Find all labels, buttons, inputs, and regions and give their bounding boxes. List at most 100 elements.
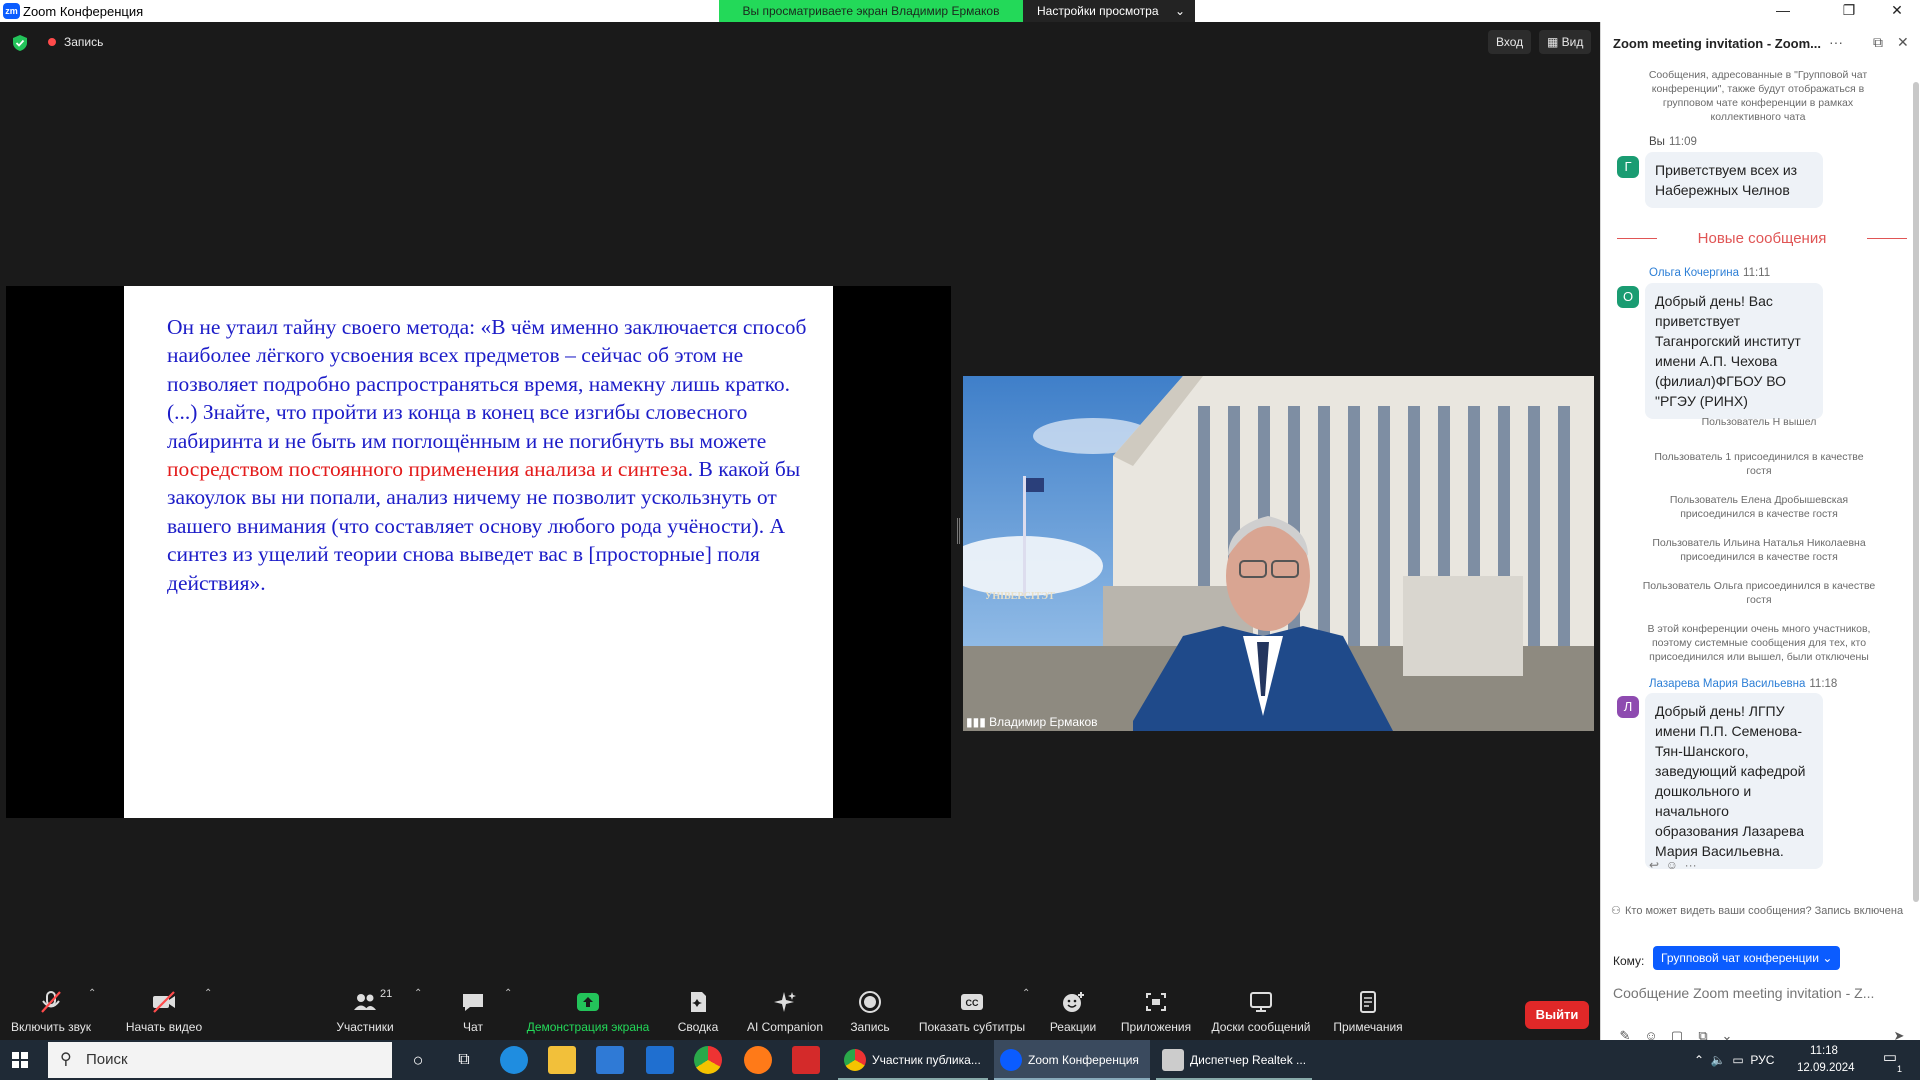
record-icon bbox=[859, 991, 881, 1013]
message-bubble[interactable]: Приветствуем всех из Набережных Челнов bbox=[1645, 152, 1823, 208]
chevron-down-icon: ⌄ bbox=[1822, 951, 1833, 965]
view-settings-label: Настройки просмотра bbox=[1037, 4, 1159, 18]
shield-icon[interactable] bbox=[13, 35, 27, 51]
boards-button[interactable]: Доски сообщений bbox=[1210, 986, 1312, 1040]
mute-options-icon[interactable]: ⌃ bbox=[88, 988, 96, 999]
resize-handle[interactable] bbox=[957, 518, 960, 544]
taskbar-item-zoom[interactable]: Zoom Конференция bbox=[994, 1040, 1150, 1080]
close-chat-icon[interactable]: ✕ bbox=[1897, 34, 1909, 51]
view-grid-icon: ▦ bbox=[1547, 35, 1562, 49]
taskbar-search[interactable]: ⚲ Поиск bbox=[48, 1042, 392, 1078]
video-tile[interactable]: УНІВЕРСІТЭТ ▮▮▮ Владимир Ермаков bbox=[963, 376, 1594, 731]
chat-options-icon[interactable]: ⌃ bbox=[504, 988, 512, 999]
captions-options-icon[interactable]: ⌃ bbox=[1022, 988, 1030, 999]
record-button[interactable]: Запись bbox=[848, 986, 892, 1040]
zoom-icon bbox=[1000, 1049, 1022, 1071]
minimize-icon[interactable]: — bbox=[1760, 0, 1806, 22]
system-tray[interactable]: ⌃ 🔈 ▭ РУС bbox=[1694, 1040, 1774, 1080]
avatar: Л bbox=[1617, 696, 1639, 718]
apps-icon bbox=[1146, 993, 1166, 1011]
notes-button[interactable]: Примечания bbox=[1332, 986, 1404, 1040]
video-button[interactable]: ⌃ Начать видео bbox=[120, 986, 213, 1040]
more-options-icon[interactable]: ··· bbox=[1829, 34, 1843, 50]
popout-icon[interactable]: ⧉ bbox=[1873, 34, 1883, 51]
message-time: 11:11 bbox=[1743, 267, 1771, 279]
system-message: Пользователь Елена Дробышевская присоеди… bbox=[1669, 494, 1849, 520]
message-bubble[interactable]: Добрый день! Вас приветствует Таганрогск… bbox=[1645, 283, 1823, 419]
avatar: Г bbox=[1617, 156, 1639, 178]
clock[interactable]: 11:18 12.09.2024 bbox=[1797, 1043, 1855, 1077]
reply-icon[interactable]: ↩ bbox=[1649, 858, 1659, 872]
taskbar: ⚲ Поиск ○ ⧉ Участник публика... Zoom Конф… bbox=[0, 1040, 1920, 1080]
shared-screen[interactable]: Он не утаил тайну своего метода: «В чём … bbox=[6, 286, 951, 818]
taskbar-item-chrome[interactable]: Участник публика... bbox=[838, 1040, 988, 1080]
emoji-icon[interactable]: ☺ bbox=[1666, 858, 1678, 872]
meeting-toolbar: ⌃ Включить звук ⌃ Начать видео 21 ⌃ Учас… bbox=[0, 986, 1600, 1040]
leave-button[interactable]: Выйти bbox=[1525, 1001, 1589, 1029]
avatar: О bbox=[1617, 286, 1639, 308]
meeting-area: Запись Вход ▦ Вид Он не утаил тайну свое… bbox=[0, 22, 1600, 986]
notification-icon[interactable]: ▭ 1 bbox=[1878, 1048, 1902, 1074]
privacy-notice[interactable]: ⚇ Кто может видеть ваши сообщения? Запись… bbox=[1611, 904, 1905, 918]
ai-companion-button[interactable]: AI Companion bbox=[744, 986, 826, 1040]
video-options-icon[interactable]: ⌃ bbox=[204, 988, 212, 999]
message-bubble[interactable]: Добрый день! ЛГПУ имени П.П. Семенова-Тя… bbox=[1645, 693, 1823, 869]
chat-panel: Zoom meeting invitation - Zoom... ··· ⧉ … bbox=[1600, 22, 1920, 1043]
captions-button[interactable]: CC ⌃ Показать субтитры bbox=[916, 986, 1031, 1040]
windows-start-icon[interactable] bbox=[12, 1052, 28, 1068]
chrome-icon bbox=[844, 1049, 866, 1071]
apps-button[interactable]: Приложения bbox=[1120, 986, 1192, 1040]
acrobat-icon[interactable] bbox=[792, 1046, 820, 1074]
participants-count: 21 bbox=[380, 988, 393, 1000]
view-button[interactable]: ▦ Вид bbox=[1539, 30, 1592, 54]
volume-icon[interactable]: 🔈 bbox=[1711, 1053, 1726, 1067]
share-banner: Вы просматриваете экран Владимир Ермаков bbox=[719, 0, 1023, 22]
view-settings-button[interactable]: Настройки просмотра ⌄ bbox=[1023, 0, 1195, 22]
summary-button[interactable]: Сводка bbox=[674, 986, 722, 1040]
recipient-select[interactable]: Групповой чат конференции ⌄ bbox=[1653, 946, 1841, 970]
chevron-up-icon[interactable]: ⌃ bbox=[1694, 1053, 1704, 1067]
signin-button[interactable]: Вход bbox=[1488, 30, 1532, 54]
sender-label: Вы 11:09 bbox=[1649, 136, 1697, 148]
captions-label: Показать субтитры bbox=[918, 1020, 1026, 1034]
message-time: 11:09 bbox=[1668, 136, 1697, 148]
firefox-icon[interactable] bbox=[744, 1046, 772, 1074]
participants-icon bbox=[354, 994, 376, 1010]
cortana-icon[interactable]: ○ bbox=[404, 1046, 432, 1074]
participants-button[interactable]: 21 ⌃ Участники bbox=[330, 986, 422, 1040]
slide-text-part1: Он не утаил тайну своего метода: «В чём … bbox=[167, 315, 807, 453]
record-dot-icon bbox=[48, 38, 56, 46]
edge-icon[interactable] bbox=[500, 1046, 528, 1074]
chat-scrollbar[interactable] bbox=[1913, 82, 1919, 902]
participants-label: Участники bbox=[336, 1020, 394, 1034]
notification-count: 1 bbox=[1896, 1064, 1902, 1074]
language-indicator[interactable]: РУС bbox=[1750, 1053, 1774, 1067]
chat-input[interactable] bbox=[1613, 978, 1909, 1008]
ai-companion-label: AI Companion bbox=[746, 1020, 824, 1034]
slide: Он не утаил тайну своего метода: «В чём … bbox=[124, 286, 833, 818]
participants-options-icon[interactable]: ⌃ bbox=[414, 988, 422, 999]
share-screen-button[interactable]: Демонстрация экрана bbox=[526, 986, 650, 1040]
task-label: Участник публика... bbox=[872, 1053, 981, 1067]
view-label: Вид bbox=[1561, 35, 1584, 49]
mail-icon[interactable] bbox=[646, 1046, 674, 1074]
mute-button[interactable]: ⌃ Включить звук bbox=[8, 986, 96, 1040]
privacy-text: Кто может видеть ваши сообщения? Запись … bbox=[1625, 905, 1904, 917]
new-messages-label: Новые сообщения bbox=[1697, 230, 1827, 247]
task-label: Диспетчер Realtek ... bbox=[1190, 1053, 1307, 1067]
chat-button[interactable]: ⌃ Чат bbox=[450, 986, 512, 1040]
taskbar-item-realtek[interactable]: Диспетчер Realtek ... bbox=[1156, 1040, 1312, 1080]
search-icon: ⚲ bbox=[60, 1051, 72, 1068]
chrome-icon[interactable] bbox=[694, 1046, 722, 1074]
chat-title: Zoom meeting invitation - Zoom... bbox=[1613, 36, 1821, 51]
recording-indicator[interactable]: Запись bbox=[40, 31, 113, 53]
file-explorer-icon[interactable] bbox=[548, 1046, 576, 1074]
speaker-name: ▮▮▮ Владимир Ермаков bbox=[966, 715, 1098, 729]
maximize-icon[interactable]: ❐ bbox=[1826, 0, 1872, 22]
store-icon[interactable] bbox=[596, 1046, 624, 1074]
close-window-icon[interactable]: ✕ bbox=[1874, 0, 1920, 22]
more-icon[interactable]: ··· bbox=[1685, 858, 1697, 872]
task-view-icon[interactable]: ⧉ bbox=[450, 1046, 478, 1074]
network-icon[interactable]: ▭ bbox=[1732, 1053, 1743, 1067]
reactions-button[interactable]: Реакции bbox=[1048, 986, 1098, 1040]
